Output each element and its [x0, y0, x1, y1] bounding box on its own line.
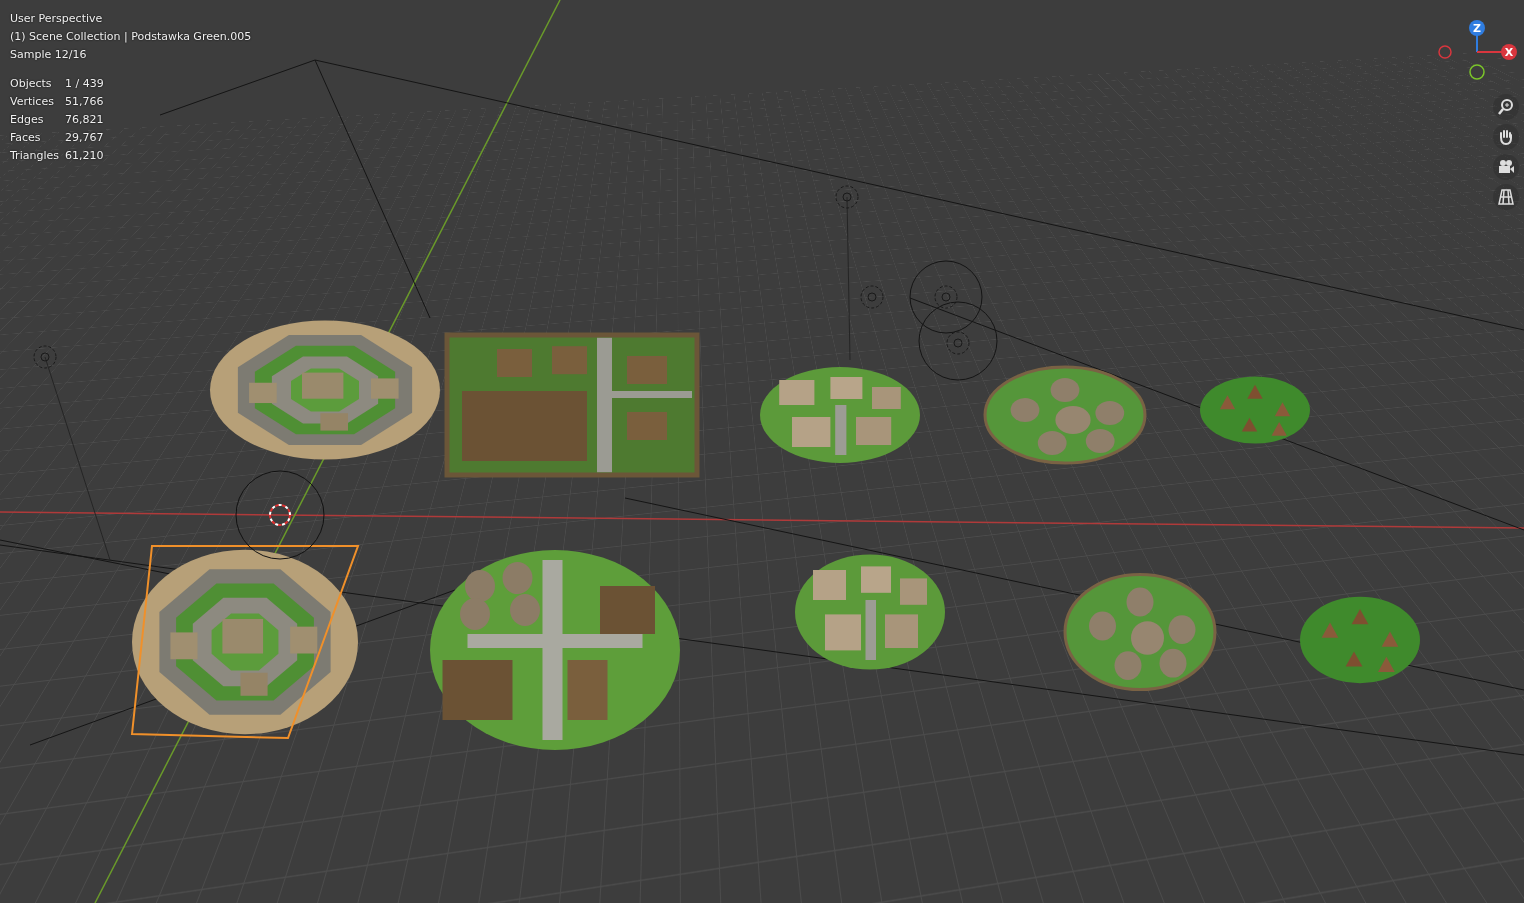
stat-value: 51,766	[65, 93, 251, 111]
stat-value: 29,767	[65, 129, 251, 147]
stat-label: Vertices	[10, 93, 65, 111]
light-line	[45, 357, 110, 560]
empty-circle-icon[interactable]	[919, 302, 997, 380]
model[interactable]	[985, 367, 1145, 463]
scene[interactable]	[0, 0, 1524, 903]
stat-label: Triangles	[10, 147, 65, 165]
camera-frustum-line	[315, 60, 430, 318]
model[interactable]	[210, 320, 440, 459]
info-line: (1) Scene Collection | Podstawka Green.0…	[10, 28, 251, 46]
camera-frustum-line	[160, 60, 315, 115]
light-empty-icon[interactable]	[836, 186, 858, 208]
model[interactable]	[760, 367, 920, 463]
camera-frustum-line	[910, 298, 1524, 530]
neg-x-axis-icon[interactable]	[1439, 46, 1451, 58]
nav-buttons	[1493, 94, 1519, 210]
model[interactable]	[1300, 597, 1420, 683]
pan-button[interactable]	[1493, 124, 1519, 150]
ortho-toggle-button[interactable]	[1493, 184, 1519, 210]
stat-value: 76,821	[65, 111, 251, 129]
y-axis-icon[interactable]	[1470, 65, 1484, 79]
stats: Objects1 / 439Vertices51,766Edges76,821F…	[10, 75, 251, 165]
selection-outline	[132, 546, 358, 738]
z-axis-label: Z	[1473, 22, 1481, 35]
stat-label: Faces	[10, 129, 65, 147]
model[interactable]	[447, 335, 697, 475]
3d-cursor-icon[interactable]	[236, 471, 324, 559]
empty-circle-icon[interactable]	[910, 261, 982, 333]
info-line: User Perspective	[10, 10, 251, 28]
floor-grid	[0, 0, 1524, 903]
x-axis-line	[0, 512, 1524, 528]
viewport[interactable]: User Perspective(1) Scene Collection | P…	[0, 0, 1524, 903]
x-axis-icon[interactable]	[1501, 44, 1517, 60]
zoom-icon	[1496, 97, 1516, 117]
model[interactable]	[795, 554, 945, 669]
model[interactable]	[1065, 574, 1215, 689]
stat-value: 1 / 439	[65, 75, 251, 93]
z-axis-icon[interactable]	[1469, 20, 1485, 36]
camera-icon	[1496, 157, 1516, 177]
light-empty-icon[interactable]	[34, 346, 56, 368]
model[interactable]	[430, 550, 680, 750]
zoom-button[interactable]	[1493, 94, 1519, 120]
x-axis-label: X	[1505, 46, 1514, 59]
grid-icon	[1496, 187, 1516, 207]
hand-icon	[1496, 127, 1516, 147]
light-empty-icon[interactable]	[947, 332, 969, 354]
camera-frustum-line	[315, 60, 1524, 330]
stat-label: Edges	[10, 111, 65, 129]
light-line	[847, 197, 850, 360]
stat-value: 61,210	[65, 147, 251, 165]
light-empty-icon[interactable]	[935, 286, 957, 308]
model[interactable]	[132, 546, 358, 738]
stat-label: Objects	[10, 75, 65, 93]
viewport-info: User Perspective(1) Scene Collection | P…	[10, 10, 251, 165]
light-empty-icon[interactable]	[861, 286, 883, 308]
camera-view-button[interactable]	[1493, 154, 1519, 180]
navigation-gizmo[interactable]: ZX	[1432, 6, 1522, 96]
info-line: Sample 12/16	[10, 46, 251, 64]
camera-frustum-line	[0, 545, 1524, 755]
camera-frustum-line	[625, 498, 1524, 690]
model[interactable]	[1200, 376, 1310, 443]
